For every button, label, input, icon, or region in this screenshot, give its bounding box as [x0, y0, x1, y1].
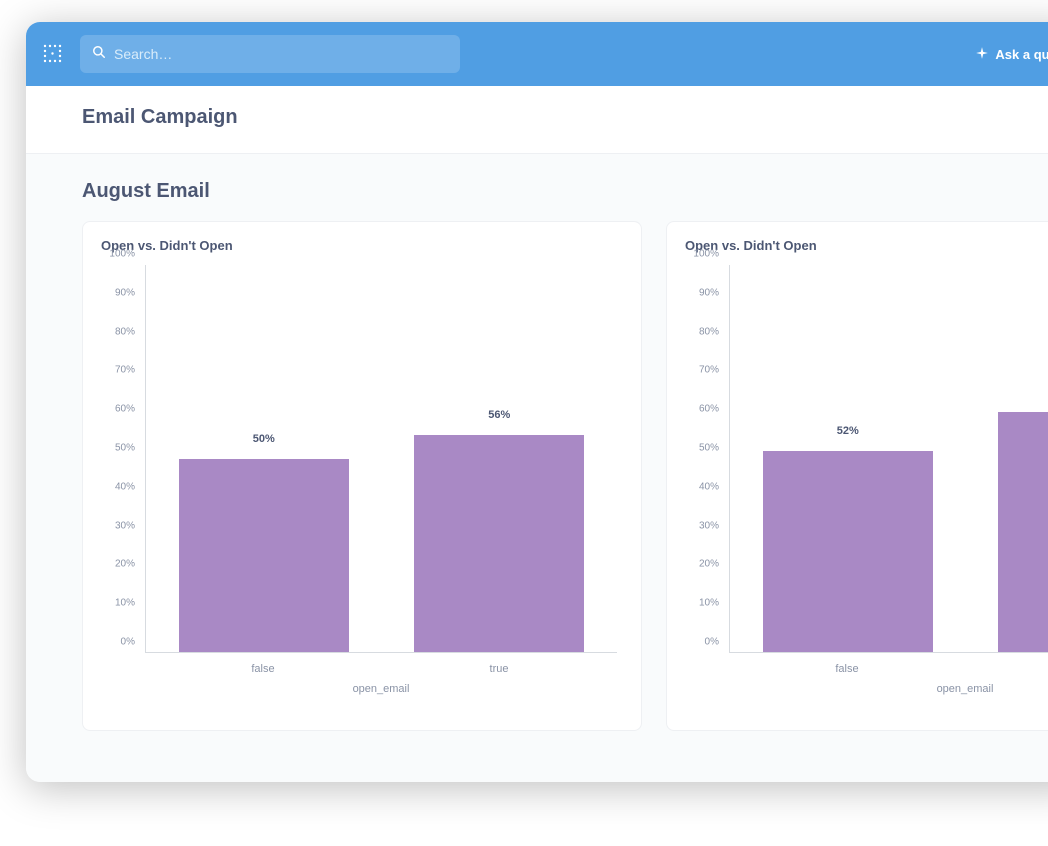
ask-question-label: Ask a questi [995, 47, 1048, 62]
chart-title: Open vs. Didn't Open [101, 238, 623, 253]
y-tick-label: 90% [95, 287, 135, 298]
x-axis-title: open_email [729, 683, 1048, 695]
section-title: August Email [82, 180, 1030, 203]
bar-chart: 0%10%20%30%40%50%60%70%80%90%100% 52% 62%… [685, 259, 1048, 699]
bar[interactable] [179, 459, 349, 653]
search-box[interactable] [80, 35, 460, 73]
dashboard-content: August Email Open vs. Didn't Open 0%10%2… [26, 154, 1048, 782]
y-tick-label: 20% [95, 559, 135, 570]
x-axis-labels: falsetrue [729, 663, 1048, 675]
app-window: Ask a questi Email Campaign August Email… [26, 22, 1048, 782]
plot-area: 50% 56% [145, 265, 617, 653]
page-header: Email Campaign [26, 86, 1048, 154]
bar-value-label: 52% [837, 425, 859, 437]
bar[interactable] [998, 412, 1048, 652]
bar-column: 50% [146, 265, 382, 652]
y-tick-label: 40% [95, 481, 135, 492]
bar-value-label: 56% [488, 409, 510, 421]
y-tick-label: 30% [679, 520, 719, 531]
chart-card[interactable]: Open vs. Didn't Open 0%10%20%30%40%50%60… [82, 221, 642, 731]
y-tick-label: 60% [679, 404, 719, 415]
bar[interactable] [763, 451, 933, 652]
chart-card[interactable]: Open vs. Didn't Open 0%10%20%30%40%50%60… [666, 221, 1048, 731]
app-logo-icon[interactable] [40, 41, 66, 67]
ask-question-button[interactable]: Ask a questi [975, 46, 1048, 63]
y-tick-label: 80% [679, 326, 719, 337]
y-axis-labels: 0%10%20%30%40%50%60%70%80%90%100% [101, 265, 141, 653]
y-tick-label: 20% [679, 559, 719, 570]
y-tick-label: 80% [95, 326, 135, 337]
sparkle-icon [975, 46, 995, 63]
x-axis-labels: falsetrue [145, 663, 617, 675]
y-tick-label: 50% [95, 443, 135, 454]
y-tick-label: 90% [679, 287, 719, 298]
x-tick-label: false [145, 663, 381, 675]
x-tick-label: false [729, 663, 965, 675]
card-row: Open vs. Didn't Open 0%10%20%30%40%50%60… [82, 221, 1030, 731]
x-tick-label: true [965, 663, 1048, 675]
y-tick-label: 70% [95, 365, 135, 376]
y-tick-label: 100% [95, 249, 135, 260]
x-axis-title: open_email [145, 683, 617, 695]
bar[interactable] [414, 435, 584, 652]
y-tick-label: 50% [679, 443, 719, 454]
y-tick-label: 10% [95, 598, 135, 609]
bar-chart: 0%10%20%30%40%50%60%70%80%90%100% 50% 56%… [101, 259, 623, 699]
page-title: Email Campaign [82, 106, 1030, 129]
y-axis-labels: 0%10%20%30%40%50%60%70%80%90%100% [685, 265, 725, 653]
bars-container: 52% 62% [730, 265, 1048, 652]
y-tick-label: 0% [679, 637, 719, 648]
y-tick-label: 60% [95, 404, 135, 415]
plot-area: 52% 62% [729, 265, 1048, 653]
bar-value-label: 50% [253, 433, 275, 445]
y-tick-label: 100% [679, 249, 719, 260]
x-tick-label: true [381, 663, 617, 675]
chart-title: Open vs. Didn't Open [685, 238, 1048, 253]
y-tick-label: 0% [95, 637, 135, 648]
y-tick-label: 40% [679, 481, 719, 492]
search-input[interactable] [114, 46, 448, 62]
y-tick-label: 70% [679, 365, 719, 376]
bar-column: 56% [382, 265, 618, 652]
bars-container: 50% 56% [146, 265, 617, 652]
bar-column: 62% [966, 265, 1048, 652]
top-bar: Ask a questi [26, 22, 1048, 86]
bar-column: 52% [730, 265, 966, 652]
y-tick-label: 10% [679, 598, 719, 609]
y-tick-label: 30% [95, 520, 135, 531]
search-icon [92, 45, 106, 64]
